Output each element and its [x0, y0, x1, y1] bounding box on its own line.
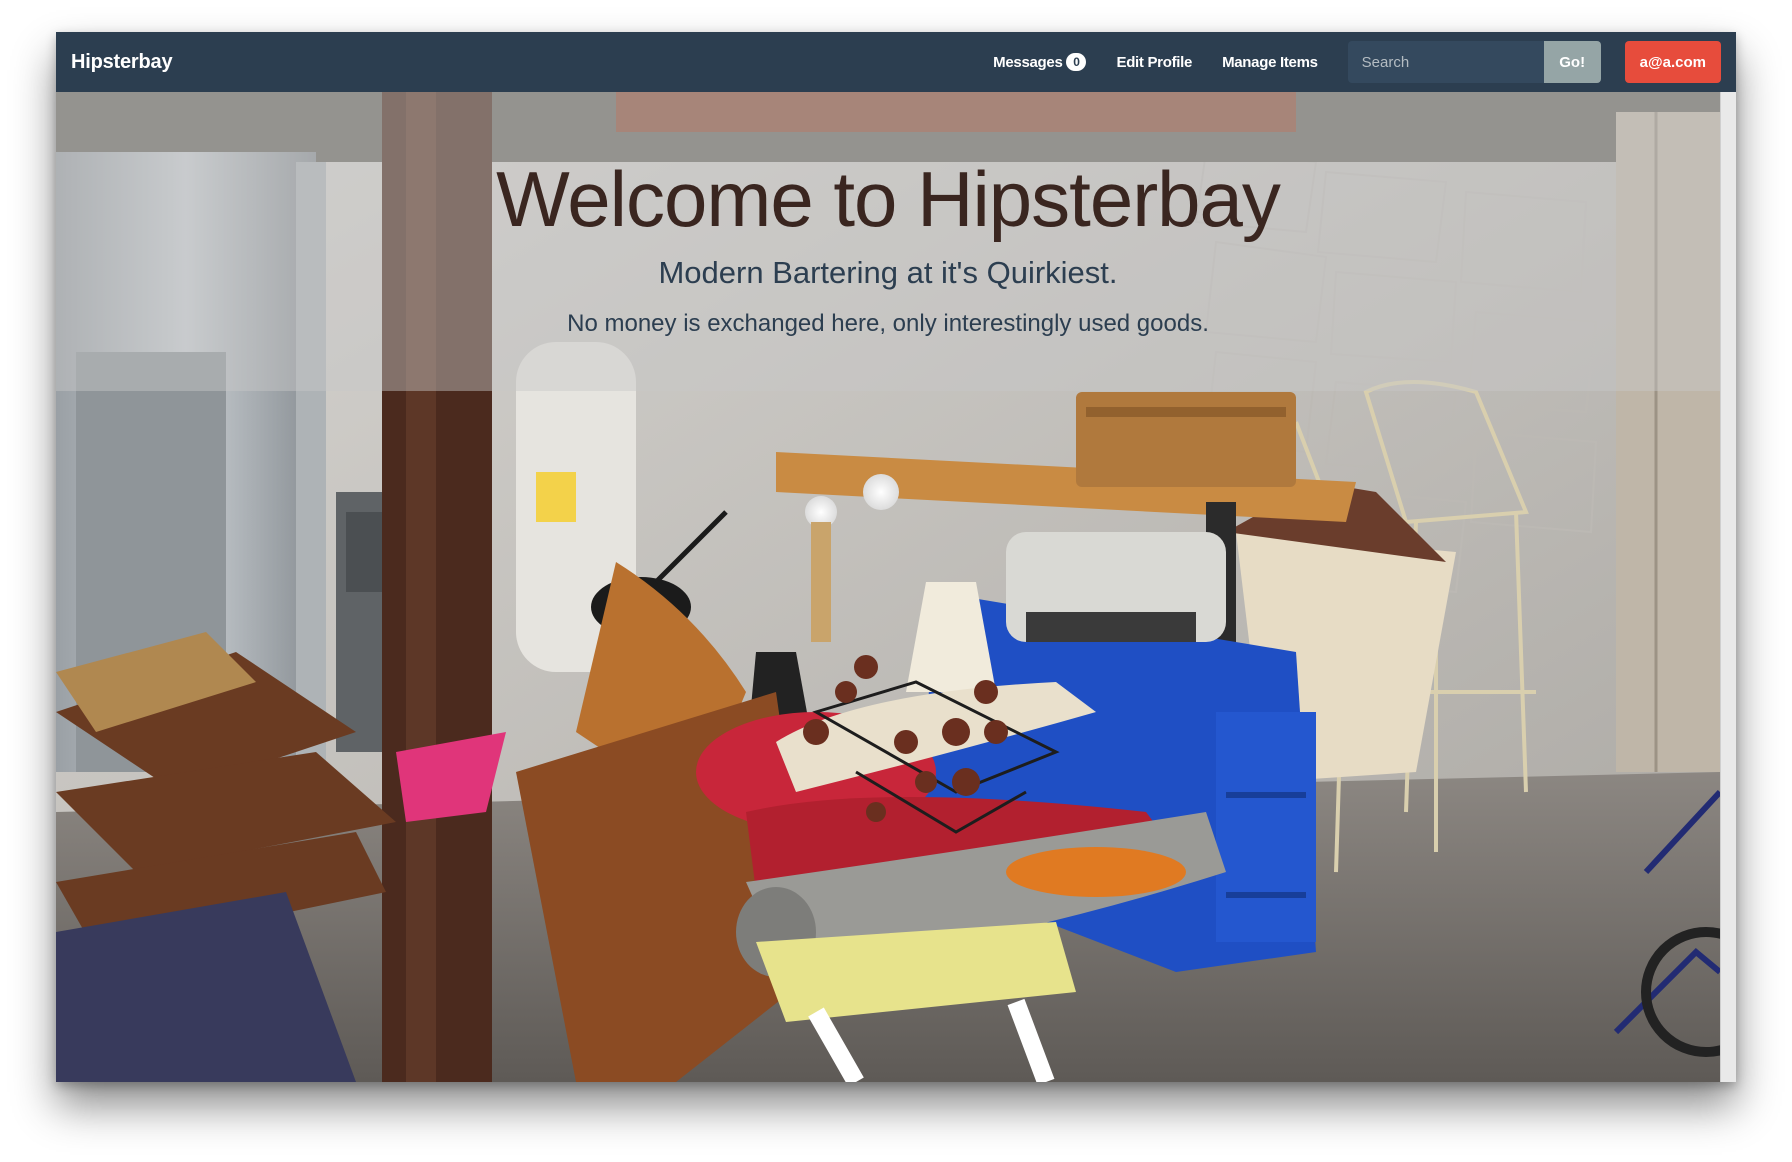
search-input[interactable]: [1347, 41, 1544, 83]
user-account-button[interactable]: a@a.com: [1624, 41, 1721, 83]
top-navbar: Hipsterbay Messages 0 Edit Profile Manag…: [56, 32, 1736, 92]
hero-tagline: No money is exchanged here, only interes…: [567, 310, 1209, 337]
edit-profile-link[interactable]: Edit Profile: [1101, 54, 1207, 71]
hero-section: Welcome to Hipsterbay Modern Bartering a…: [56, 92, 1720, 1082]
vertical-scrollbar[interactable]: [1720, 92, 1736, 1082]
browser-window: Hipsterbay Messages 0 Edit Profile Manag…: [56, 32, 1736, 1082]
messages-label: Messages: [993, 53, 1063, 71]
manage-items-link[interactable]: Manage Items: [1207, 54, 1333, 71]
welcome-banner: Welcome to Hipsterbay Modern Bartering a…: [56, 92, 1720, 391]
brand-link[interactable]: Hipsterbay: [71, 51, 173, 74]
messages-link[interactable]: Messages 0: [978, 53, 1101, 71]
messages-count-badge: 0: [1066, 53, 1087, 71]
hero-subtitle: Modern Bartering at it's Quirkiest.: [658, 255, 1118, 290]
nav-right: Messages 0 Edit Profile Manage Items Go!…: [978, 32, 1721, 92]
page-title: Welcome to Hipsterbay: [496, 155, 1281, 243]
search-form: Go!: [1347, 41, 1601, 83]
go-button[interactable]: Go!: [1543, 41, 1601, 83]
